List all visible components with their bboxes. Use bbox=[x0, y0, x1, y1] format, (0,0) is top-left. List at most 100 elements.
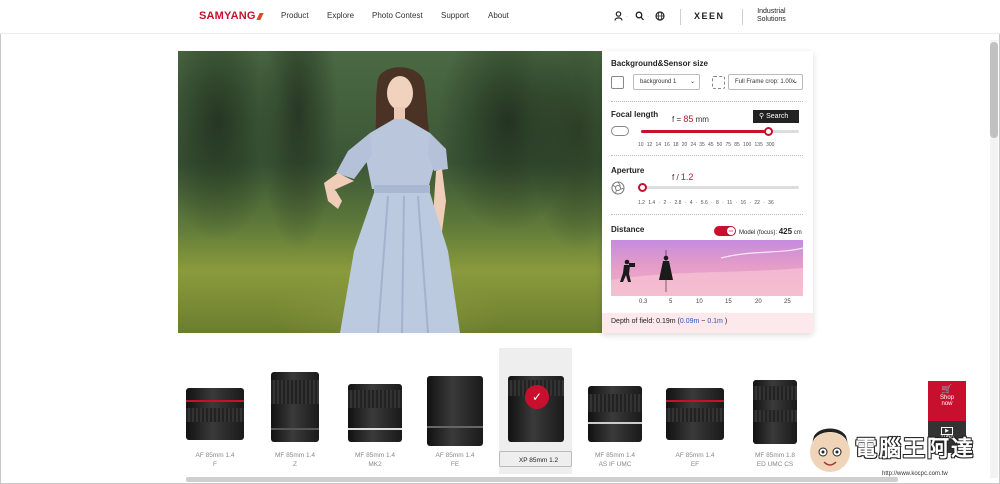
tick-label: 35 bbox=[699, 142, 705, 148]
tick-label: 5.6 bbox=[700, 200, 708, 206]
section-divider bbox=[611, 214, 803, 215]
nav-about[interactable]: About bbox=[488, 11, 509, 20]
tick-label: · bbox=[735, 200, 738, 206]
separator-dot: · bbox=[626, 14, 628, 20]
site-header: SAMYANG Product Explore Photo Contest Su… bbox=[0, 0, 1000, 34]
model-figure bbox=[324, 67, 460, 333]
tick-label: 50 bbox=[716, 142, 723, 148]
sensor-crop-icon bbox=[712, 76, 725, 89]
aperture-slider-track[interactable] bbox=[641, 186, 799, 189]
distance-title: Distance bbox=[611, 225, 645, 234]
depth-of-field-readout: Depth of field: 0.19m (0.09m ~ 0.1m ) bbox=[602, 313, 813, 333]
xeen-logo[interactable]: XEEN bbox=[694, 11, 725, 21]
industrial-solutions-link[interactable]: Industrial Solutions bbox=[757, 8, 786, 24]
aperture-value: 1.2 bbox=[680, 172, 694, 182]
focal-value-readout: f = 85 mm bbox=[672, 114, 709, 124]
tick-label: 36 bbox=[768, 200, 774, 206]
lens-card[interactable]: MF 85mm 1.4 MK2 bbox=[340, 348, 410, 474]
tick-label: 135 bbox=[754, 142, 763, 148]
carousel-scrollbar[interactable] bbox=[186, 477, 898, 482]
lens-image bbox=[186, 388, 244, 440]
section-divider bbox=[611, 155, 803, 156]
tick-label: 75 bbox=[725, 142, 732, 148]
lens-card-selected[interactable]: XP 85mm 1.2 bbox=[499, 348, 572, 474]
tick-label: · bbox=[763, 200, 765, 206]
distance-tick: 5 bbox=[669, 299, 673, 305]
tick-label: 18 bbox=[673, 142, 679, 148]
background-select[interactable]: background 1 ⌄ bbox=[633, 74, 700, 90]
aperture-ticks: 1.2 1.4 · 2 · 2.8 · 4 · 5.6 · 8 · 11 · 16 · 22 · 36 bbox=[638, 200, 777, 206]
search-icon: ⚲ bbox=[759, 113, 765, 120]
distance-tick: 0.3 bbox=[639, 299, 648, 305]
nav-photo-contest[interactable]: Photo Contest bbox=[372, 11, 423, 20]
tick-label: · bbox=[749, 200, 752, 206]
cart-icon: 🛒 bbox=[941, 384, 953, 394]
image-icon bbox=[611, 76, 624, 89]
lens-image bbox=[666, 388, 724, 440]
watermark-text: 電腦王阿達 bbox=[855, 436, 976, 461]
shop-now-button[interactable]: 🛒 Shop now bbox=[928, 381, 966, 421]
tick-label: 2.8 bbox=[674, 200, 682, 206]
lens-image bbox=[348, 384, 402, 442]
tick-label: · bbox=[658, 200, 661, 206]
globe-icon[interactable] bbox=[655, 11, 665, 23]
model-focus-toggle[interactable]: ON bbox=[714, 226, 736, 236]
tick-label: 24 bbox=[690, 142, 697, 148]
tick-label: 1.2 bbox=[638, 200, 645, 206]
lens-image bbox=[427, 376, 483, 446]
lens-card[interactable]: MF 85mm 1.4 Z bbox=[260, 348, 330, 474]
lens-card[interactable]: AF 85mm 1.4 FE bbox=[420, 348, 490, 474]
search-icon[interactable] bbox=[635, 11, 644, 23]
tick-label: · bbox=[711, 200, 713, 206]
aperture-title: Aperture bbox=[611, 166, 645, 175]
header-divider bbox=[680, 9, 681, 25]
nav-explore[interactable]: Explore bbox=[327, 11, 354, 20]
user-icon[interactable] bbox=[614, 11, 623, 23]
tick-label: · bbox=[684, 200, 687, 206]
focal-value: 85 bbox=[683, 114, 694, 124]
distance-graphic[interactable] bbox=[611, 240, 804, 296]
samyang-logo[interactable]: SAMYANG bbox=[199, 10, 264, 22]
focal-ticks: 10 12 14 16 18 20 24 35 45 50 75 85 100 135 300 bbox=[638, 142, 778, 148]
nav-support[interactable]: Support bbox=[441, 11, 469, 20]
background-sensor-title: Background&Sensor size bbox=[611, 59, 708, 68]
distance-tick: 25 bbox=[784, 299, 791, 305]
lens-card[interactable]: MF 85mm 1.8 ED UMC CS bbox=[740, 348, 810, 474]
aperture-value-readout: f / 1.2 bbox=[672, 172, 694, 182]
lens-barrel-icon bbox=[611, 126, 629, 136]
aperture-icon bbox=[611, 181, 625, 200]
model-focus-readout: Model (focus): 425 cm bbox=[739, 227, 802, 236]
tick-label: 1.4 bbox=[648, 200, 656, 206]
header-divider bbox=[742, 9, 743, 25]
distance-tick: 15 bbox=[725, 299, 732, 305]
tick-label: 20 bbox=[681, 142, 688, 148]
lens-image bbox=[753, 380, 797, 444]
nav-product[interactable]: Product bbox=[281, 11, 309, 20]
tick-label: 10 bbox=[638, 142, 644, 148]
lens-image bbox=[271, 372, 319, 442]
tick-label: 11 bbox=[727, 200, 733, 206]
tick-label: 14 bbox=[655, 142, 662, 148]
lens-search-button[interactable]: ⚲ Search bbox=[753, 110, 799, 123]
model-focus-value: 425 bbox=[778, 227, 793, 236]
tick-label: · bbox=[695, 200, 698, 206]
tick-label: 16 bbox=[740, 200, 747, 206]
lens-card[interactable]: AF 85mm 1.4 F bbox=[180, 348, 250, 474]
separator-dot: · bbox=[647, 14, 649, 20]
tick-label: 12 bbox=[646, 142, 653, 148]
tick-label: 4 bbox=[689, 200, 693, 206]
tick-label: 16 bbox=[664, 142, 670, 148]
aperture-slider-knob[interactable] bbox=[638, 183, 647, 192]
tick-label: 300 bbox=[766, 142, 775, 148]
tick-label: 2 bbox=[663, 200, 667, 206]
lens-card[interactable]: AF 85mm 1.4 EF bbox=[660, 348, 730, 474]
tick-label: · bbox=[722, 200, 724, 206]
tick-label: 85 bbox=[734, 142, 740, 148]
lens-image bbox=[588, 386, 642, 442]
sensor-select[interactable]: Full Frame crop: 1.00x ⌄ bbox=[728, 74, 803, 90]
selected-check-icon: ✓ bbox=[525, 385, 549, 409]
watermark-url: http://www.kocpc.com.tw bbox=[882, 471, 948, 477]
lens-card[interactable]: MF 85mm 1.4 AS IF UMC bbox=[580, 348, 650, 474]
scrollbar-thumb[interactable] bbox=[990, 42, 998, 138]
chevron-down-icon: ⌄ bbox=[689, 79, 695, 85]
